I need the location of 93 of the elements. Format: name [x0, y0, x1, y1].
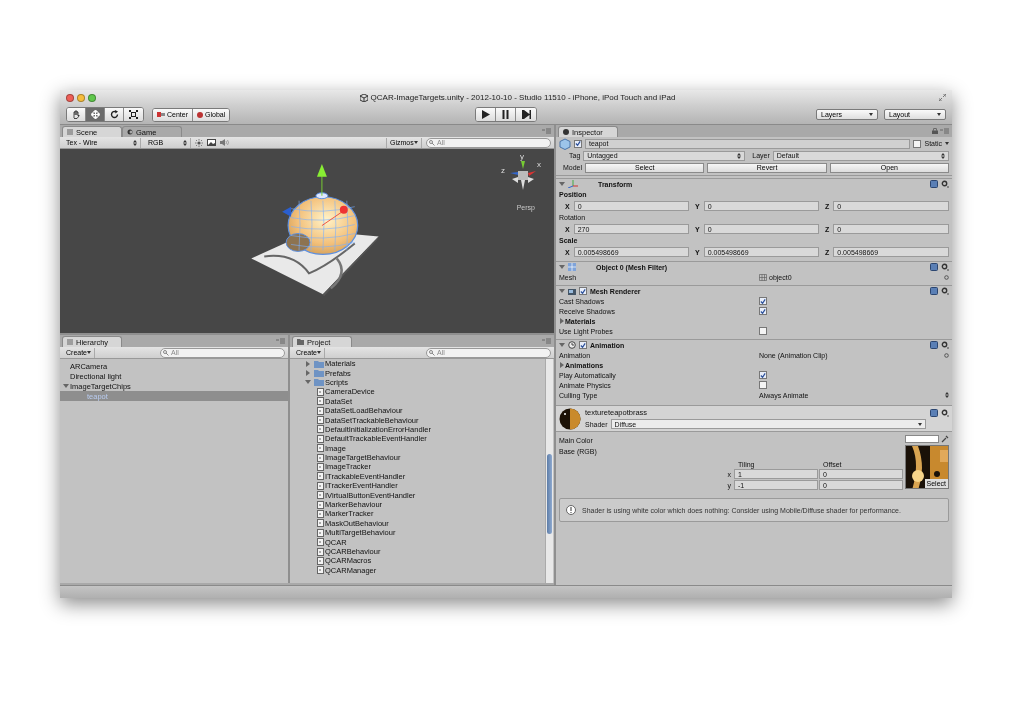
search-icon	[429, 349, 435, 356]
hand-icon	[71, 110, 81, 119]
updown-arrows-icon	[941, 152, 945, 159]
window-title: QCAR-ImageTargets.unity - 2012-10-10 - Studio 11510 - iPhone, iPod Touch and iPad	[370, 93, 676, 102]
rotate-icon	[109, 110, 119, 119]
caret-icon	[317, 351, 321, 354]
component-help-icon[interactable]	[930, 287, 938, 295]
mesh-grid-icon	[759, 273, 767, 281]
axis-gizmo-drawing[interactable]	[510, 161, 536, 190]
caret-icon	[918, 422, 922, 426]
settings-icon[interactable]	[941, 341, 949, 349]
image-icon[interactable]	[207, 139, 216, 146]
caret-icon	[87, 351, 91, 354]
checkbox[interactable]	[759, 381, 767, 389]
component-help-icon[interactable]	[930, 341, 938, 349]
hand-tool-button[interactable]	[67, 108, 86, 121]
settings-icon[interactable]	[941, 287, 949, 295]
grid-icon	[67, 129, 73, 135]
caret-icon	[869, 113, 873, 116]
cube-icon	[559, 137, 571, 150]
speaker-icon[interactable]	[220, 139, 229, 146]
sun-icon[interactable]	[195, 138, 203, 147]
checkbox[interactable]	[579, 341, 587, 349]
scale-tool-button[interactable]	[124, 108, 143, 121]
component-help-icon[interactable]	[930, 263, 938, 271]
folder-icon	[297, 339, 304, 345]
axis-label: z	[501, 166, 505, 175]
caret-icon	[945, 142, 949, 145]
zoom-button[interactable]	[88, 93, 96, 102]
scrollbar[interactable]	[545, 359, 553, 583]
settings-icon[interactable]	[941, 409, 949, 417]
axes-icon	[568, 180, 578, 188]
checkbox[interactable]	[759, 297, 767, 305]
minimize-button[interactable]	[77, 93, 85, 102]
foldout-arrow-icon[interactable]	[305, 379, 311, 386]
move-icon	[90, 110, 100, 119]
color-field[interactable]	[905, 435, 939, 443]
foldout-arrow-icon[interactable]	[63, 383, 69, 389]
info-icon	[563, 129, 569, 135]
mesh-grid-icon	[568, 263, 576, 271]
checkbox[interactable]	[759, 327, 767, 335]
checkbox[interactable]	[574, 139, 582, 148]
foldout-arrow-icon[interactable]	[305, 360, 311, 367]
component-help-icon[interactable]	[930, 180, 938, 188]
close-button[interactable]	[66, 93, 74, 102]
foldout-arrow-icon[interactable]	[559, 318, 565, 324]
game-icon	[127, 129, 133, 135]
scale-icon	[129, 110, 138, 119]
move-tool-button[interactable]	[86, 108, 105, 121]
settings-icon[interactable]	[941, 263, 949, 271]
eyedropper-icon[interactable]	[941, 435, 949, 443]
lock-icon[interactable]	[932, 128, 938, 134]
checkbox[interactable]	[913, 139, 922, 148]
pause-icon	[501, 110, 510, 119]
checkbox[interactable]	[759, 307, 767, 315]
updown-arrows-icon	[737, 152, 742, 159]
search-icon	[429, 139, 435, 146]
foldout-arrow-icon[interactable]	[559, 264, 565, 270]
foldout-arrow-icon[interactable]	[305, 370, 311, 377]
play-button[interactable]	[476, 108, 496, 121]
pivot-icon	[157, 112, 165, 117]
foldout-arrow-icon[interactable]	[559, 362, 565, 368]
axis-label: y	[520, 152, 524, 161]
foldout-arrow-icon[interactable]	[559, 288, 565, 294]
cube-logo-icon	[359, 93, 368, 102]
foldout-arrow-icon[interactable]	[559, 342, 565, 348]
object-picker-icon[interactable]	[944, 352, 949, 358]
updown-arrows-icon	[945, 392, 949, 398]
list-icon	[67, 339, 73, 345]
caret-icon	[937, 113, 941, 116]
updown-arrows-icon	[183, 139, 187, 146]
updown-arrows-icon	[133, 139, 137, 146]
renderer-icon	[568, 287, 576, 295]
play-icon	[481, 110, 490, 119]
foldout-arrow-icon[interactable]	[559, 181, 565, 187]
material-sphere-icon	[559, 407, 581, 430]
settings-icon[interactable]	[941, 180, 949, 188]
checkbox[interactable]	[759, 371, 767, 379]
object-picker-icon[interactable]	[944, 274, 949, 280]
clock-icon	[568, 341, 576, 349]
scrollbar-thumb[interactable]	[547, 454, 552, 534]
warning-icon	[566, 505, 576, 515]
pause-button[interactable]	[496, 108, 516, 121]
step-icon	[521, 110, 531, 119]
globe-icon	[197, 111, 203, 118]
step-button[interactable]	[516, 108, 536, 121]
search-icon	[163, 349, 169, 356]
component-help-icon[interactable]	[930, 409, 938, 417]
rotate-tool-button[interactable]	[105, 108, 124, 121]
checkbox[interactable]	[579, 287, 587, 295]
caret-icon	[414, 141, 418, 144]
axis-label: x	[537, 160, 541, 169]
fullscreen-icon[interactable]	[939, 94, 946, 101]
